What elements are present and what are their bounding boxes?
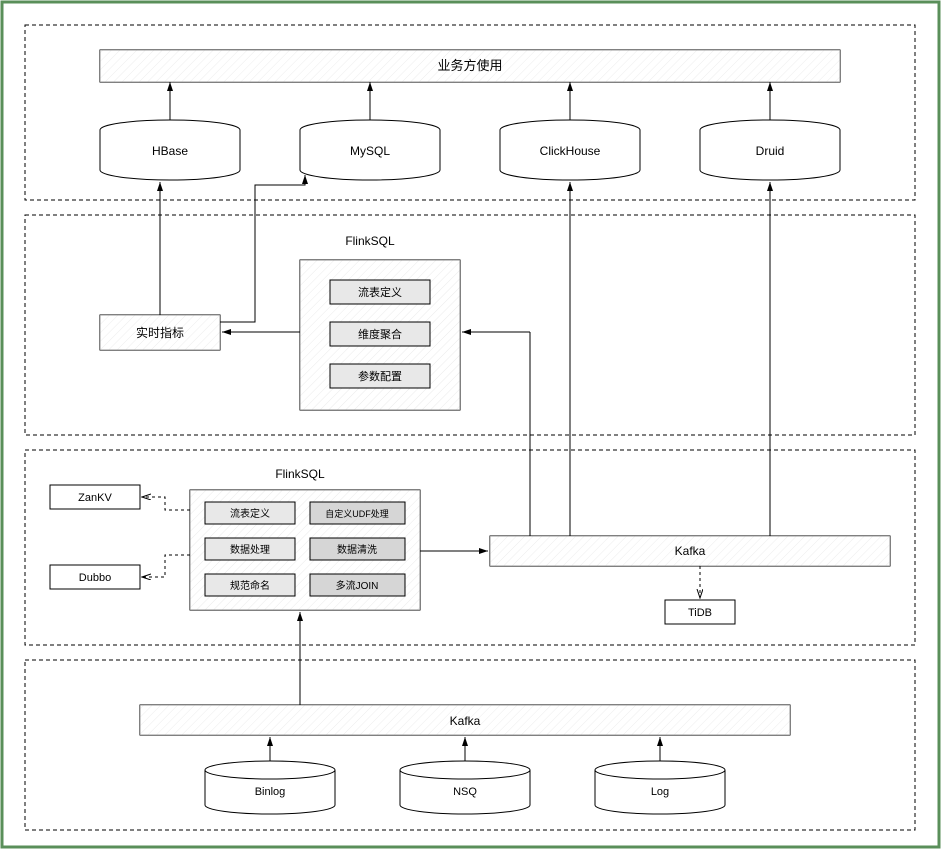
cylinder-log: Log [595,761,725,814]
flinksql-title-1: FlinkSQL [345,234,395,248]
svg-text:自定义UDF处理: 自定义UDF处理 [325,508,389,519]
cylinder-druid: Druid [700,120,840,180]
svg-text:多流JOIN: 多流JOIN [336,579,379,592]
druid-label: Druid [756,144,785,158]
cylinder-mysql: MySQL [300,120,440,180]
consumer-bar-label: 业务方使用 [437,58,502,73]
svg-text:数据清洗: 数据清洗 [337,543,377,556]
cylinder-nsq: NSQ [400,761,530,814]
cylinder-binlog: Binlog [205,761,335,814]
cylinder-hbase: HBase [100,120,240,180]
svg-text:NSQ: NSQ [453,786,477,798]
svg-text:参数配置: 参数配置 [358,369,402,383]
arrow-to-zankv [142,497,190,510]
svg-text:Binlog: Binlog [255,786,286,798]
svg-text:Dubbo: Dubbo [79,572,111,584]
svg-text:TiDB: TiDB [688,607,712,619]
svg-text:流表定义: 流表定义 [230,507,270,520]
hbase-label: HBase [152,144,188,158]
svg-text:规范命名: 规范命名 [230,579,270,592]
svg-text:Log: Log [651,786,669,798]
svg-text:数据处理: 数据处理 [230,543,270,556]
cylinder-clickhouse: ClickHouse [500,120,640,180]
svg-text:Kafka: Kafka [450,714,481,728]
clickhouse-label: ClickHouse [540,144,601,158]
svg-text:Kafka: Kafka [675,544,706,558]
mysql-label: MySQL [350,144,390,158]
svg-text:维度聚合: 维度聚合 [358,327,402,341]
flinksql-title-2: FlinkSQL [275,467,325,481]
svg-text:ZanKV: ZanKV [78,492,112,504]
group-sources [25,660,915,830]
realtime-label: 实时指标 [136,325,184,340]
arrow-to-dubbo [142,555,190,577]
svg-text:流表定义: 流表定义 [358,285,402,299]
arrow-realtime-to-mysql [220,175,305,322]
